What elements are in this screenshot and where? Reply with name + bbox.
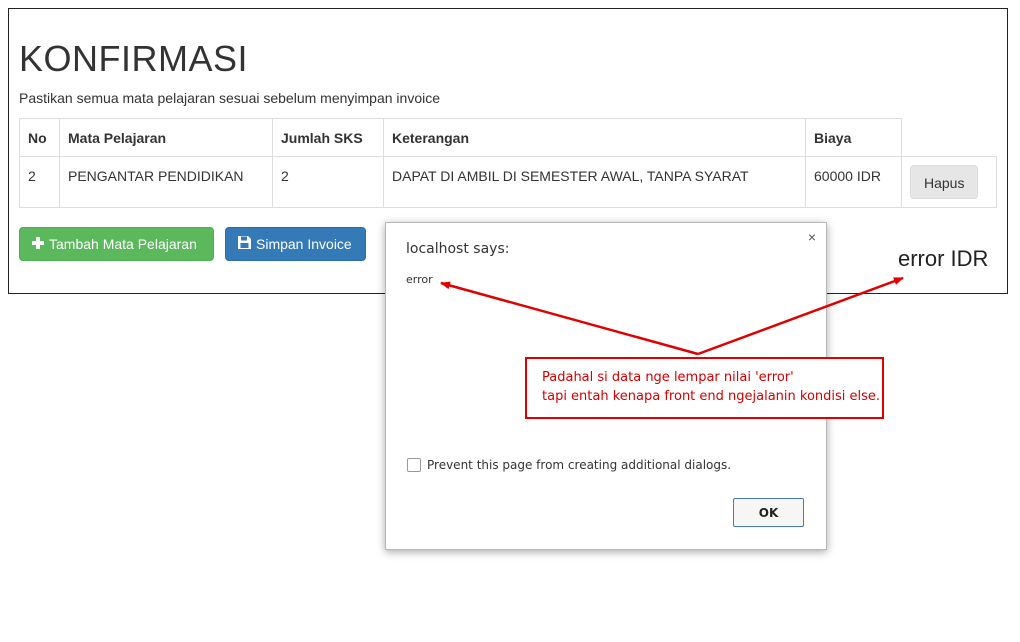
table-row: 2 PENGANTAR PENDIDIKAN 2 DAPAT DI AMBIL … — [19, 156, 997, 208]
tambah-label: Tambah Mata Pelajaran — [49, 236, 197, 252]
prevent-dialogs-checkbox[interactable] — [407, 458, 421, 472]
floppy-disk-icon — [238, 236, 251, 252]
header-mata-pelajaran: Mata Pelajaran — [59, 118, 273, 157]
header-jumlah-sks: Jumlah SKS — [272, 118, 384, 157]
cell-keterangan: DAPAT DI AMBIL DI SEMESTER AWAL, TANPA S… — [383, 156, 806, 208]
table-header-row: No Mata Pelajaran Jumlah SKS Keterangan … — [19, 118, 997, 157]
ok-button[interactable]: OK — [733, 498, 804, 527]
header-keterangan: Keterangan — [383, 118, 806, 157]
annotation-box: Padahal si data nge lempar nilai 'error'… — [525, 357, 884, 419]
tambah-mata-pelajaran-button[interactable]: Tambah Mata Pelajaran — [19, 227, 214, 261]
cell-no: 2 — [19, 156, 60, 208]
header-action — [902, 119, 997, 157]
prevent-dialogs-label: Prevent this page from creating addition… — [427, 458, 732, 472]
header-no: No — [19, 118, 60, 157]
plus-icon — [32, 236, 44, 252]
annotation-line-2: tapi entah kenapa front end ngejalanin k… — [542, 389, 881, 404]
page-title: KONFIRMASI — [19, 38, 249, 79]
cell-action: Hapus — [901, 156, 997, 208]
cell-jumlah-sks: 2 — [272, 156, 384, 208]
header-biaya: Biaya — [805, 118, 902, 157]
annotation-line-1: Padahal si data nge lempar nilai 'error' — [542, 370, 794, 385]
dialog-message: error — [406, 273, 433, 286]
prevent-dialogs-option[interactable]: Prevent this page from creating addition… — [407, 458, 731, 472]
cell-biaya: 60000 IDR — [805, 156, 902, 208]
cell-mata-pelajaran: PENGANTAR PENDIDIKAN — [59, 156, 273, 208]
simpan-label: Simpan Invoice — [256, 236, 352, 252]
page-subtitle: Pastikan semua mata pelajaran sesuai seb… — [19, 90, 440, 106]
course-table: No Mata Pelajaran Jumlah SKS Keterangan … — [19, 118, 997, 208]
close-icon[interactable]: × — [808, 229, 816, 245]
dialog-title: localhost says: — [406, 241, 510, 257]
simpan-invoice-button[interactable]: Simpan Invoice — [225, 227, 366, 261]
hapus-button[interactable]: Hapus — [910, 165, 979, 199]
total-biaya-text: error IDR — [898, 246, 989, 271]
